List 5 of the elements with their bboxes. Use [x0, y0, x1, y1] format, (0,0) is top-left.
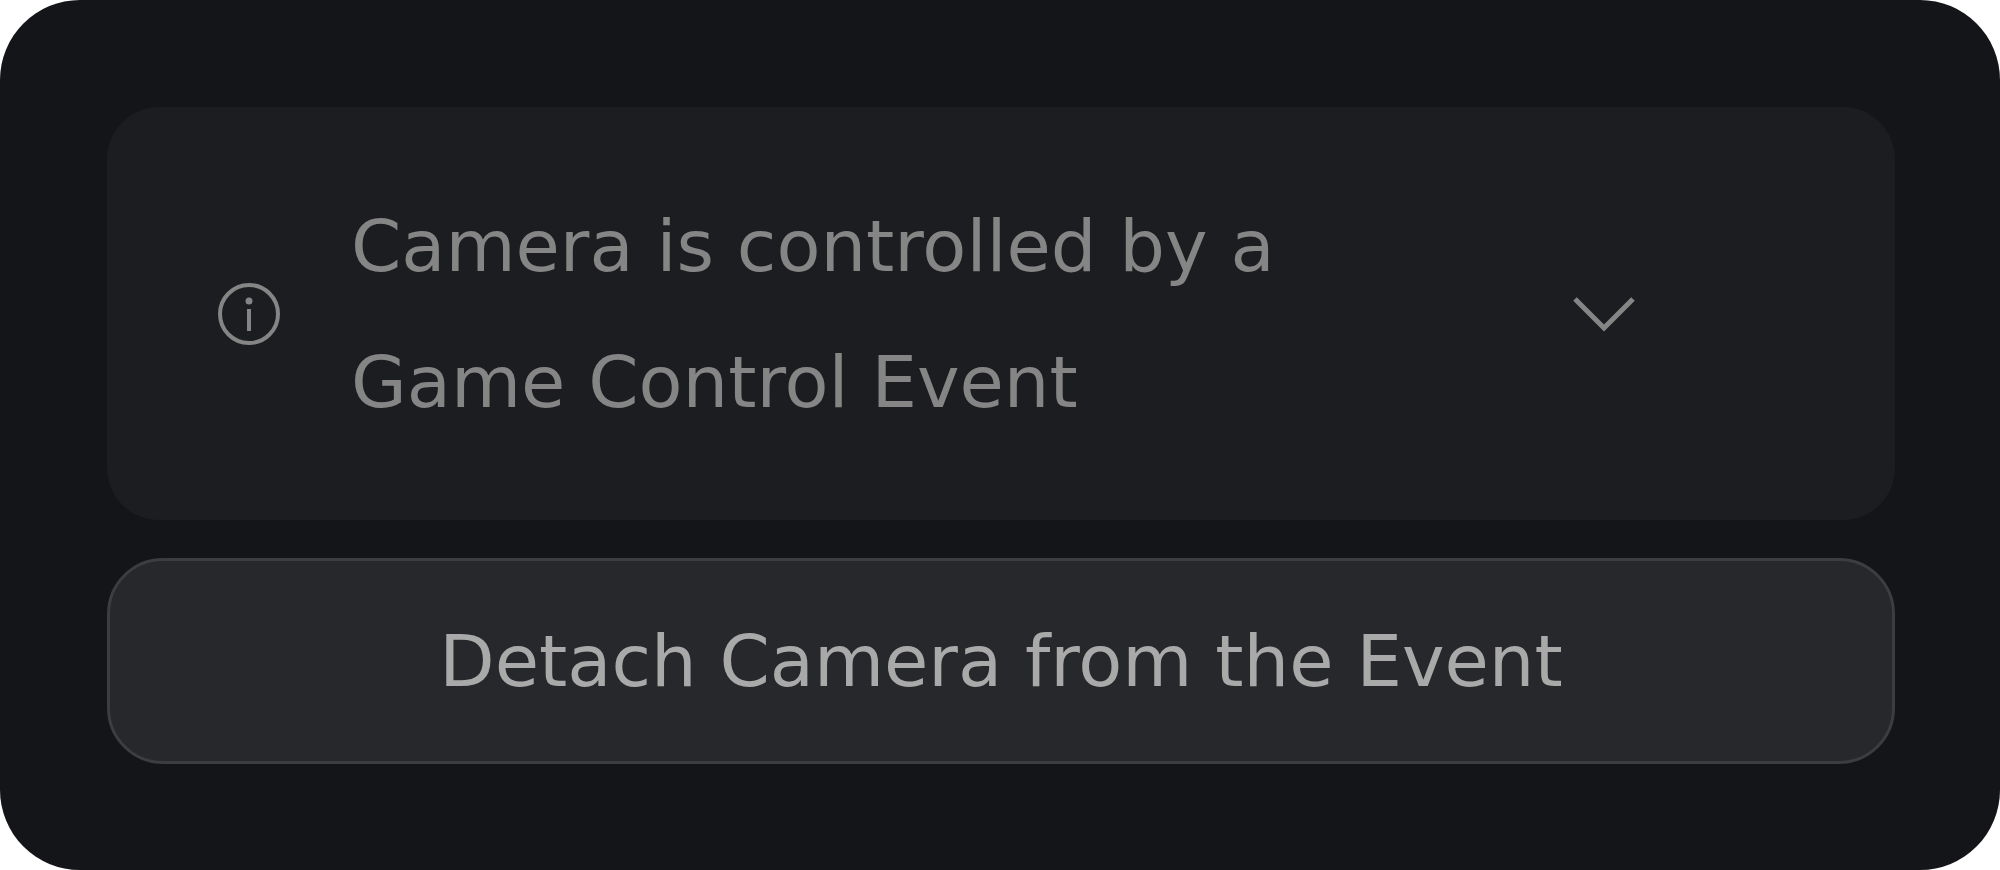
chevron-icon[interactable]	[1571, 294, 1637, 333]
detach-button[interactable]: Detach Camera from the Event	[107, 558, 1895, 764]
notice-message: Camera is controlled by a Game Control Event	[351, 202, 1276, 426]
info-notice[interactable]: Camera is controlled by a Game Control Event	[107, 107, 1895, 520]
info-icon	[217, 281, 281, 346]
